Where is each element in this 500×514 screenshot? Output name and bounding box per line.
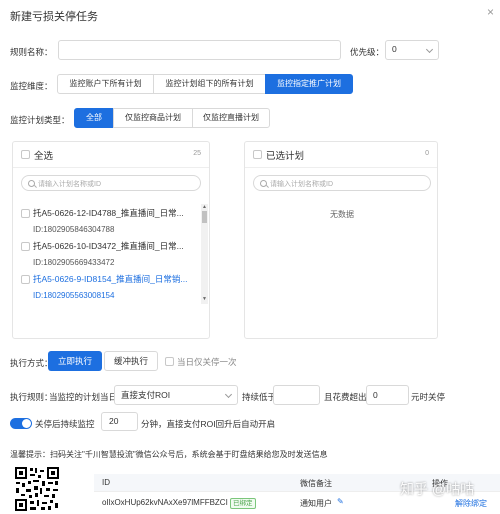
- selected-plans-header: 已选计划 0: [245, 142, 437, 168]
- plan-name: 托A5-0626-12-ID4788_推直播间_日常...: [33, 208, 184, 218]
- select-all-checkbox[interactable]: [21, 150, 30, 159]
- threshold-input[interactable]: [273, 385, 320, 405]
- available-search-input[interactable]: 请输入计划名称或ID: [21, 175, 201, 191]
- dimension-tabs: 监控账户下所有计划 监控计划组下的所有计划 监控指定推广计划: [57, 74, 353, 94]
- once-per-day-label: 当日仅关停一次: [177, 357, 237, 367]
- plan-type-option-product[interactable]: 仅监控商品计划: [113, 108, 193, 128]
- exec-immediate-button[interactable]: 立即执行: [48, 351, 102, 371]
- dimension-option-group[interactable]: 监控计划组下的所有计划: [153, 74, 266, 94]
- available-search-placeholder: 请输入计划名称或ID: [38, 181, 101, 188]
- item-checkbox[interactable]: [21, 275, 30, 284]
- plan-type-label: 监控计划类型：: [10, 115, 70, 125]
- plan-type-tabs: 全部 仅监控商品计划 仅监控直播计划: [74, 108, 270, 128]
- plan-id: ID:1802905563008154: [33, 291, 115, 300]
- dimension-option-account[interactable]: 监控账户下所有计划: [57, 74, 154, 94]
- exec-rule-mid: 持续低于: [242, 392, 277, 402]
- selected-search-input[interactable]: 请输入计划名称或ID: [253, 175, 431, 191]
- column-header-id: ID: [102, 478, 110, 487]
- auto-resume-label: 关停后持续监控: [35, 419, 95, 429]
- binding-openid: oIlxOxHUp62kvNAxXe97lMFFBZCI: [102, 498, 228, 507]
- selected-search-placeholder: 请输入计划名称或ID: [270, 181, 333, 188]
- qr-code-image: [14, 466, 60, 512]
- edit-icon[interactable]: ✎: [337, 497, 344, 506]
- metric-value: 直接支付ROI: [121, 390, 171, 400]
- item-checkbox[interactable]: [21, 242, 30, 251]
- list-item[interactable]: 托A5-0626-10-ID3472_推直播间_日常... ID:1802905…: [13, 239, 203, 273]
- selected-plans-title: 已选计划: [266, 151, 305, 162]
- selected-plans-panel: 已选计划 0 请输入计划名称或ID 无数据: [244, 141, 438, 339]
- plan-type-option-all[interactable]: 全部: [74, 108, 114, 128]
- watermark-text: 知乎 @咕咕: [400, 481, 475, 497]
- exec-rule-spend-label: 且花费超出: [324, 392, 367, 402]
- scrollbar-thumb[interactable]: [202, 211, 207, 223]
- plan-id: ID:1802905669433472: [33, 258, 115, 267]
- spend-input[interactable]: 0: [366, 385, 409, 405]
- exec-rule-suffix: 元时关停: [411, 392, 446, 402]
- available-count: 25: [193, 150, 201, 157]
- chevron-down-icon: [425, 45, 434, 54]
- plan-name: 托A5-0626-10-ID3472_推直播间_日常...: [33, 241, 184, 251]
- priority-label: 优先级：: [350, 47, 385, 57]
- empty-state: 无数据: [330, 210, 354, 219]
- metric-select[interactable]: 直接支付ROI: [114, 385, 238, 405]
- unbind-link[interactable]: 解除绑定: [455, 498, 487, 509]
- selected-count: 0: [425, 150, 429, 157]
- search-icon: [260, 180, 267, 187]
- selected-all-checkbox[interactable]: [253, 150, 262, 159]
- dimension-option-specified[interactable]: 监控指定推广计划: [265, 74, 353, 94]
- dimension-label: 监控维度：: [10, 81, 53, 91]
- exec-buffer-button[interactable]: 缓冲执行: [104, 351, 158, 371]
- auto-resume-toggle[interactable]: [10, 418, 32, 429]
- exec-rule-prefix: 当监控的计划当日: [49, 392, 118, 402]
- available-plans-header: 全选 25: [13, 142, 209, 168]
- search-icon: [28, 180, 35, 187]
- close-icon[interactable]: ×: [487, 5, 494, 19]
- exec-mode-label: 执行方式：: [10, 358, 53, 368]
- list-scrollbar[interactable]: [201, 204, 208, 304]
- list-item[interactable]: 托A5-0626-9-ID8154_推直播间_日常销... ID:1802905…: [13, 272, 203, 306]
- scroll-down-icon[interactable]: ▼: [202, 297, 207, 302]
- auto-resume-minutes-input[interactable]: 20: [101, 412, 138, 431]
- status-badge: 已绑定: [230, 498, 256, 509]
- chevron-down-icon: [224, 390, 233, 399]
- item-checkbox[interactable]: [21, 209, 30, 218]
- priority-select[interactable]: 0: [385, 40, 439, 60]
- list-item[interactable]: 托A5-0626-12-ID4788_推直播间_日常... ID:1802905…: [13, 206, 203, 240]
- dialog-title: 新建亏损关停任务: [10, 11, 98, 23]
- binding-note: 通知用户: [300, 499, 332, 508]
- tip-text: 温馨提示：扫码关注"千川智慧投流"微信公众号后，系统会基于盯盘结果给您及时发送信…: [10, 450, 328, 459]
- plan-id: ID:1802905846304788: [33, 225, 115, 234]
- available-plans-panel: 全选 25 请输入计划名称或ID 托A5-0626-12-ID4788_推直播间…: [12, 141, 210, 339]
- scroll-up-icon[interactable]: ▲: [202, 205, 207, 210]
- plan-name: 托A5-0626-9-ID8154_推直播间_日常销...: [33, 274, 188, 284]
- priority-value: 0: [392, 44, 397, 54]
- column-header-note: 微信备注: [300, 479, 332, 488]
- select-all-label: 全选: [34, 151, 54, 162]
- rule-name-label: 规则名称：: [10, 47, 53, 57]
- rule-name-input[interactable]: [58, 40, 341, 60]
- once-per-day-checkbox[interactable]: [165, 357, 174, 366]
- plan-type-option-live[interactable]: 仅监控直播计划: [192, 108, 270, 128]
- auto-resume-suffix: 分钟，直接支付ROI回升后自动开启: [141, 419, 276, 429]
- exec-rule-label: 执行规则：: [10, 392, 53, 402]
